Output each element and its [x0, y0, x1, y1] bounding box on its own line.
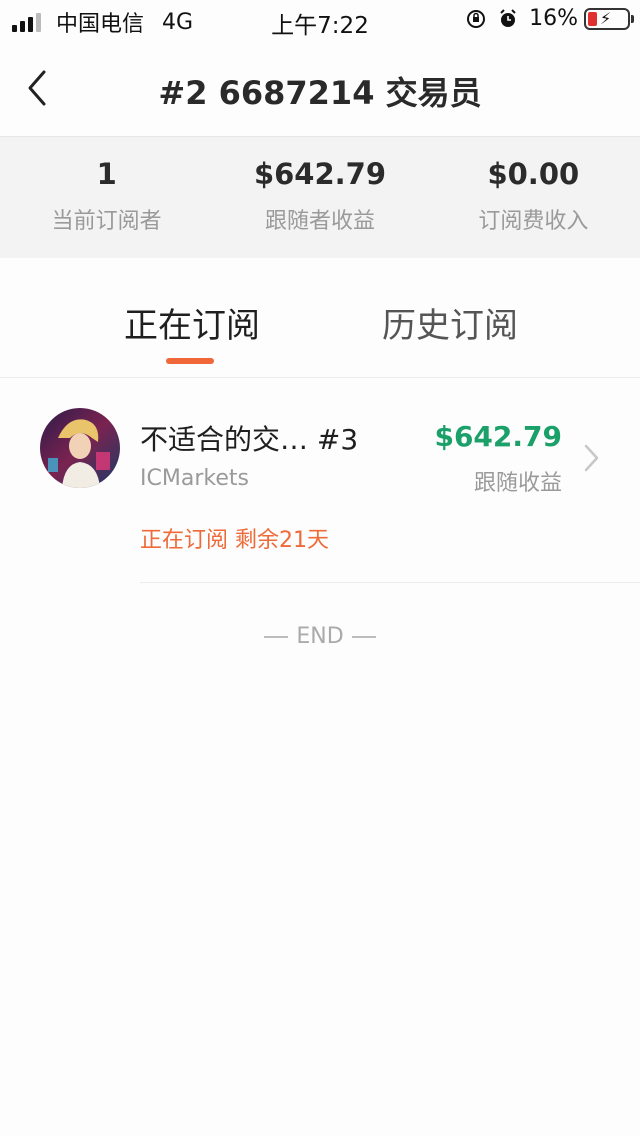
stat-value: $0.00: [487, 157, 580, 191]
stat-label: 当前订阅者: [51, 209, 162, 234]
tab-history-subscriptions[interactable]: 历史订阅: [382, 298, 518, 347]
alarm-clock-icon: [500, 8, 516, 27]
battery-percentage: 16%: [529, 6, 578, 31]
subscription-broker: ICMarkets: [140, 466, 249, 491]
navigation-bar: #2 6687214 交易员: [0, 40, 640, 136]
stat-value: $642.79: [253, 157, 387, 191]
subscription-tabs: 正在订阅 历史订阅: [0, 258, 640, 378]
avatar: [40, 408, 120, 488]
stat-current-subscribers: 1 当前订阅者: [0, 137, 213, 258]
stat-value: 1: [96, 157, 117, 191]
tab-indicator: [166, 358, 214, 364]
divider: [351, 635, 376, 638]
list-end-marker: END: [0, 624, 640, 649]
tab-active-subscriptions[interactable]: 正在订阅: [124, 298, 260, 347]
subscription-title: 不适合的交… #3: [140, 423, 359, 456]
end-text: END: [296, 624, 344, 649]
chevron-right-icon: [584, 444, 599, 472]
stat-follower-profit: $642.79 跟随者收益: [213, 137, 426, 258]
stat-label: 跟随者收益: [264, 209, 375, 234]
status-bar-right: 16% ⚡: [465, 6, 634, 31]
subscription-status: 正在订阅 剩余21天: [140, 528, 329, 553]
stat-label: 订阅费收入: [478, 209, 589, 234]
divider: [140, 582, 640, 583]
stats-summary: 1 当前订阅者 $642.79 跟随者收益 $0.00 订阅费收入: [0, 136, 640, 258]
subscription-list-item[interactable]: 不适合的交… #3 ICMarkets 正在订阅 剩余21天 $642.79 跟…: [0, 378, 640, 584]
rotation-lock-icon: [467, 9, 486, 28]
subscription-profit-label: 跟随收益: [473, 471, 562, 496]
status-bar: 中国电信 4G 上午7:22 16% ⚡: [0, 0, 640, 40]
avatar-image: [40, 408, 120, 488]
subscription-profit: $642.79: [434, 420, 562, 453]
battery-icon: ⚡: [584, 7, 634, 30]
divider: [264, 635, 289, 638]
page-title: #2 6687214 交易员: [158, 74, 482, 112]
stat-subscription-income: $0.00 订阅费收入: [427, 137, 640, 258]
